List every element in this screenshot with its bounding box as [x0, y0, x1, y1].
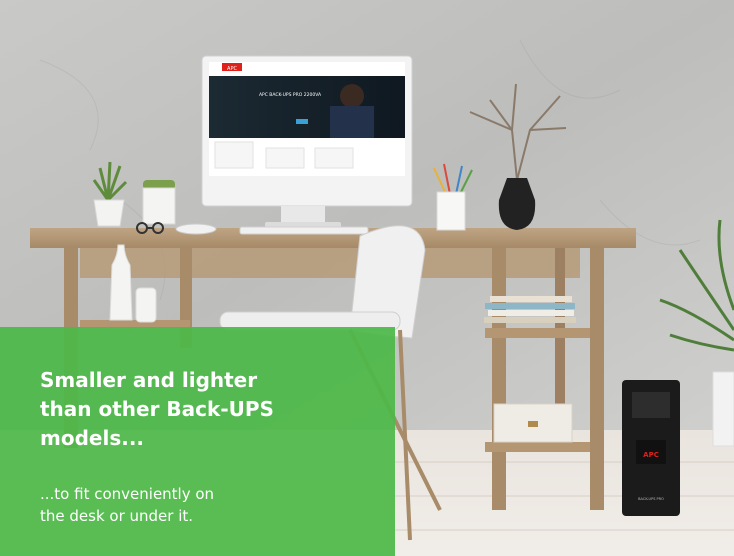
screen-hero-text: APC BACK-UPS PRO 2200VA [259, 92, 322, 98]
cactus-plant [142, 180, 176, 225]
keyboard [239, 226, 369, 235]
headline-line: models... [40, 426, 145, 450]
screen-logo: APC [227, 66, 237, 72]
plant-pot-right [712, 371, 734, 447]
ups-device: APC BACK-UPS PRO [622, 380, 680, 516]
ups-model-text: BACK-UPS PRO [638, 497, 664, 501]
banner-subline: ...to fit conveniently on the desk or un… [40, 483, 380, 527]
headline-line: than other Back-UPS [40, 397, 274, 421]
subline-line: ...to fit conveniently on [40, 485, 215, 503]
ups-logo: APC [643, 451, 659, 459]
product-banner: APC APC BACK-UPS PRO 2200VA APC BACK-UPS… [0, 0, 734, 556]
computer-mouse [175, 223, 217, 235]
monitor: APC APC BACK-UPS PRO 2200VA [201, 55, 413, 228]
banner-headline: Smaller and lighter than other Back-UPS … [40, 366, 380, 453]
subline-line: the desk or under it. [40, 507, 194, 525]
headline-line: Smaller and lighter [40, 368, 258, 392]
